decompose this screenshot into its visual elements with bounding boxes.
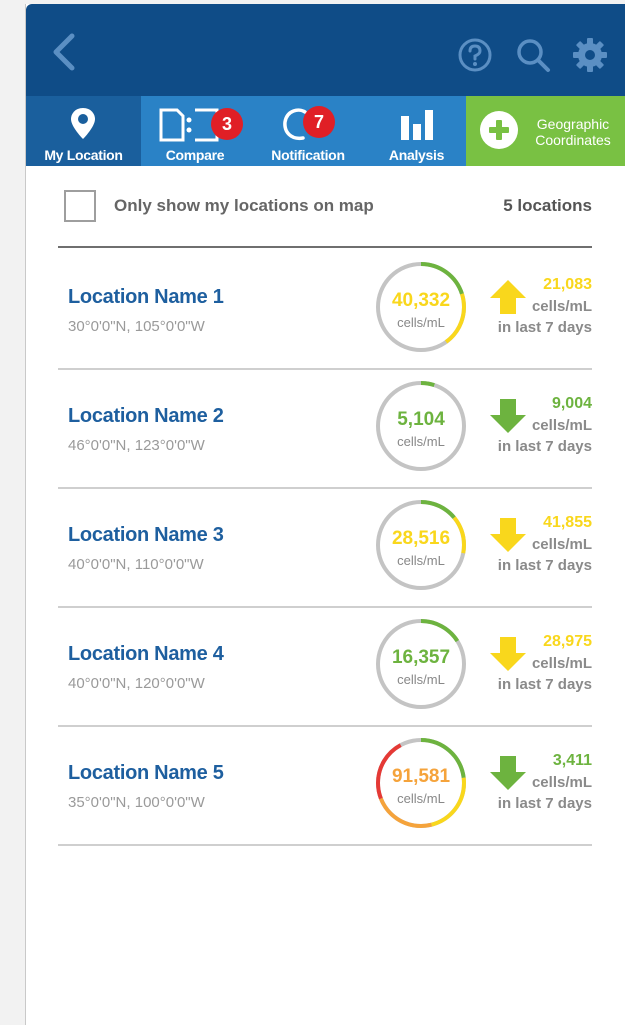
arrow-down-icon bbox=[490, 756, 526, 790]
location-name: Location Name 3 bbox=[68, 524, 224, 546]
geo-label: Geographic Coordinates bbox=[535, 116, 611, 148]
cell-count-unit: cells/mL bbox=[397, 791, 445, 806]
cell-count-value: 28,516 bbox=[391, 528, 451, 549]
change-value: 9,004 bbox=[551, 395, 592, 412]
change-period: in last 7 days bbox=[497, 557, 592, 574]
only-my-locations-checkbox[interactable] bbox=[64, 190, 96, 222]
filter-bar: Only show my locations on map 5 location… bbox=[58, 176, 592, 248]
change-period: in last 7 days bbox=[497, 438, 592, 455]
location-name: Location Name 1 bbox=[68, 286, 224, 308]
map-pin-icon bbox=[71, 108, 95, 139]
notification-badge: 7 bbox=[303, 106, 335, 138]
change-period: in last 7 days bbox=[497, 795, 592, 812]
change-unit: cells/mL bbox=[531, 298, 592, 315]
arrow-down-icon bbox=[490, 399, 526, 433]
trend-block: 9,004 cells/mL in last 7 days bbox=[488, 395, 592, 475]
change-value: 21,083 bbox=[543, 276, 592, 293]
tab-label: My Location bbox=[44, 147, 123, 163]
search-icon[interactable] bbox=[514, 36, 552, 74]
location-name: Location Name 2 bbox=[68, 405, 224, 427]
gear-icon[interactable] bbox=[571, 36, 609, 74]
cell-count-gauge: 91,581 cells/mL bbox=[374, 736, 468, 830]
location-row-3[interactable]: Location Name 3 40°0'0"N, 110°0'0"W 28,5… bbox=[58, 488, 592, 608]
location-coords: 35°0'0"N, 100°0'0"W bbox=[68, 794, 205, 811]
trend-block: 21,083 cells/mL in last 7 days bbox=[488, 276, 592, 356]
tab-analysis[interactable]: Analysis bbox=[367, 96, 466, 166]
change-period: in last 7 days bbox=[497, 676, 592, 693]
change-value: 41,855 bbox=[543, 514, 592, 531]
change-value: 3,411 bbox=[552, 752, 592, 769]
location-row-5[interactable]: Location Name 5 35°0'0"N, 100°0'0"W 91,5… bbox=[58, 726, 592, 846]
change-unit: cells/mL bbox=[531, 655, 592, 672]
cell-count-gauge: 5,104 cells/mL bbox=[374, 379, 468, 473]
filter-label: Only show my locations on map bbox=[114, 196, 374, 215]
back-chevron-icon[interactable] bbox=[48, 32, 80, 72]
compare-badge: 3 bbox=[211, 108, 243, 140]
cell-count-gauge: 28,516 cells/mL bbox=[374, 498, 468, 592]
cell-count-value: 40,332 bbox=[391, 290, 451, 311]
cell-count-unit: cells/mL bbox=[397, 315, 445, 330]
location-name: Location Name 5 bbox=[68, 762, 224, 784]
change-unit: cells/mL bbox=[531, 417, 592, 434]
cell-count-gauge: 40,332 cells/mL bbox=[374, 260, 468, 354]
cell-count-value: 16,357 bbox=[391, 647, 451, 668]
cell-count-value: 91,581 bbox=[391, 766, 451, 787]
arrow-down-icon bbox=[490, 637, 526, 671]
help-icon[interactable] bbox=[456, 36, 494, 74]
cell-count-unit: cells/mL bbox=[397, 434, 445, 449]
location-row-4[interactable]: Location Name 4 40°0'0"N, 120°0'0"W 16,3… bbox=[58, 607, 592, 727]
trend-block: 41,855 cells/mL in last 7 days bbox=[488, 514, 592, 594]
tab-notification[interactable]: 7 Notification bbox=[249, 96, 367, 166]
location-row-2[interactable]: Location Name 2 46°0'0"N, 123°0'0"W 5,10… bbox=[58, 369, 592, 489]
cell-count-gauge: 16,357 cells/mL bbox=[374, 617, 468, 711]
change-period: in last 7 days bbox=[497, 319, 592, 336]
tab-label: Analysis bbox=[388, 147, 445, 163]
tab-label: Notification bbox=[271, 147, 345, 163]
bar-chart-icon bbox=[401, 110, 433, 140]
location-row-1[interactable]: Location Name 1 30°0'0"N, 105°0'0"W 40,3… bbox=[58, 250, 592, 370]
location-coords: 40°0'0"N, 120°0'0"W bbox=[68, 675, 205, 692]
change-value: 28,975 bbox=[543, 633, 592, 650]
cell-count-unit: cells/mL bbox=[397, 672, 445, 687]
arrow-up-icon bbox=[490, 280, 526, 314]
location-count: 5 locations bbox=[503, 196, 592, 215]
arrow-down-icon bbox=[490, 518, 526, 552]
geographic-coordinates-button[interactable]: Geographic Coordinates bbox=[466, 96, 625, 166]
change-unit: cells/mL bbox=[531, 774, 592, 791]
cell-count-value: 5,104 bbox=[397, 409, 445, 430]
location-coords: 46°0'0"N, 123°0'0"W bbox=[68, 437, 205, 454]
change-unit: cells/mL bbox=[531, 536, 592, 553]
location-coords: 30°0'0"N, 105°0'0"W bbox=[68, 318, 205, 335]
app-frame: My Location 3 Compare 7 Notification Ana… bbox=[25, 4, 625, 1025]
location-name: Location Name 4 bbox=[68, 643, 224, 665]
tab-compare[interactable]: 3 Compare bbox=[141, 96, 249, 166]
trend-block: 3,411 cells/mL in last 7 days bbox=[488, 752, 592, 832]
app-header bbox=[26, 4, 625, 96]
tab-label: Compare bbox=[165, 147, 225, 163]
location-coords: 40°0'0"N, 110°0'0"W bbox=[68, 556, 204, 573]
plus-circle-icon bbox=[480, 111, 518, 149]
cell-count-unit: cells/mL bbox=[397, 553, 445, 568]
tab-my-location[interactable]: My Location bbox=[26, 96, 141, 166]
trend-block: 28,975 cells/mL in last 7 days bbox=[488, 633, 592, 713]
